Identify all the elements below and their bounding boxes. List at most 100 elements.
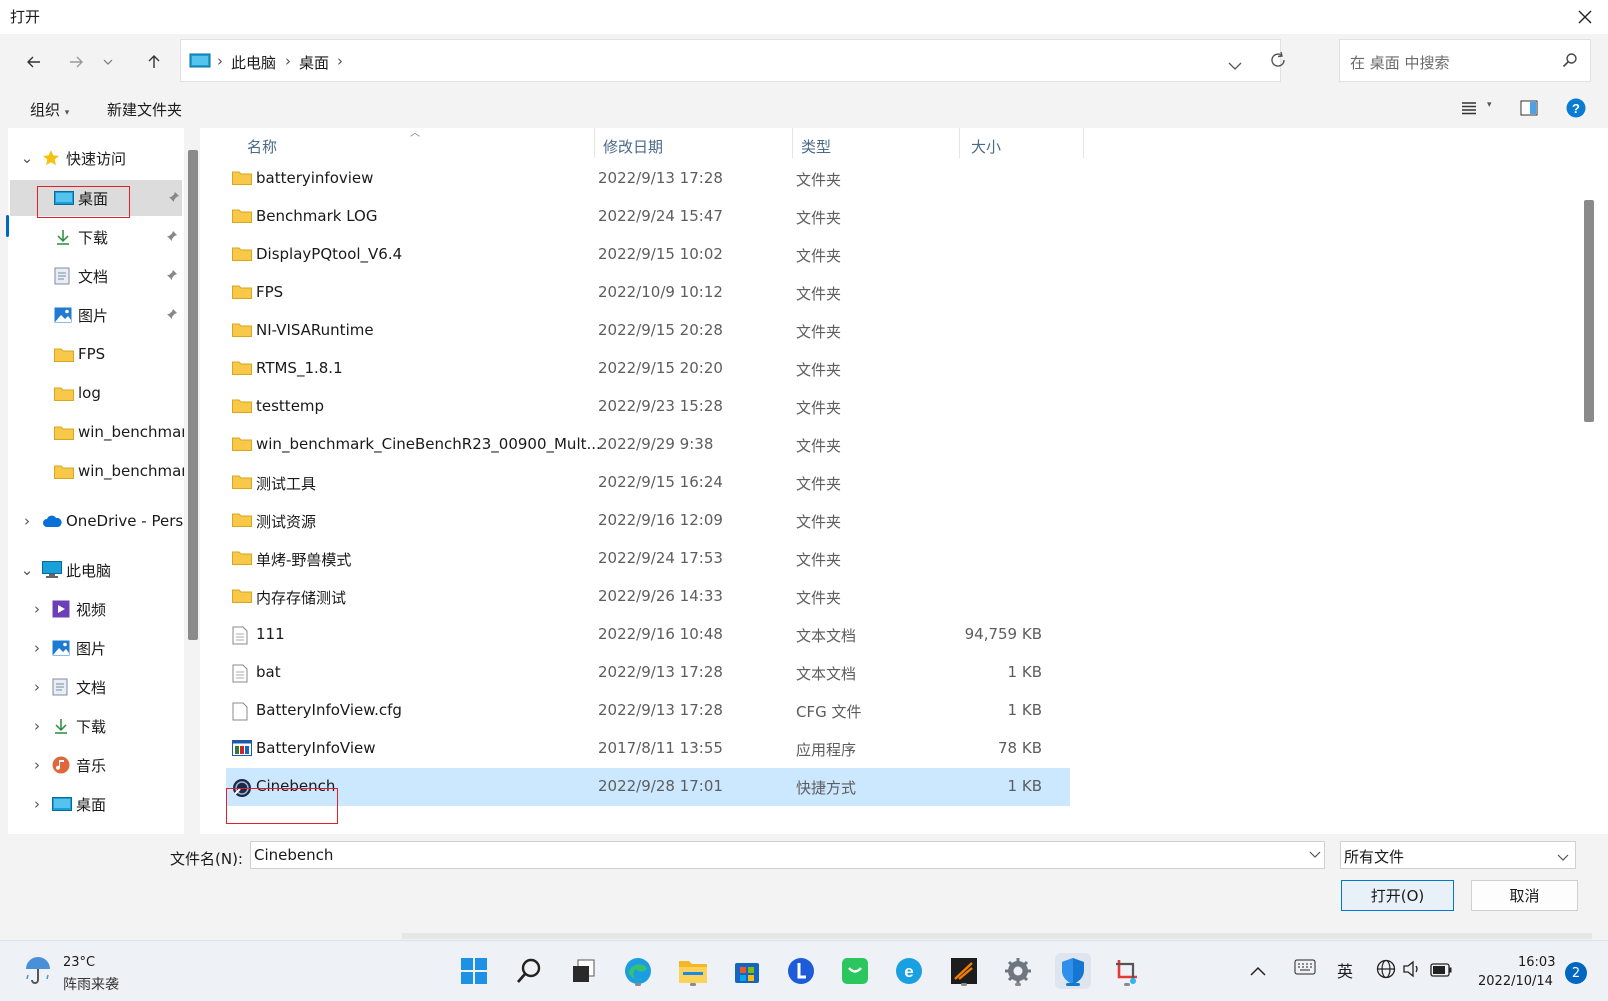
sidebar-item-videos[interactable]: › 视频 xyxy=(30,591,106,627)
notification-badge[interactable]: 2 xyxy=(1565,962,1587,984)
sidebar-item-win-benchmark-2[interactable]: win_benchmar xyxy=(54,453,184,489)
clock-time[interactable]: 16:03 xyxy=(1518,955,1555,970)
snipping-tool-icon[interactable] xyxy=(1109,953,1145,989)
file-row[interactable]: DisplayPQtool_V6.4 2022/9/15 10:02 文件夹 xyxy=(226,236,1070,274)
close-icon[interactable] xyxy=(1566,2,1604,32)
lenovo-app-icon[interactable] xyxy=(783,953,819,989)
collapse-chevron-icon[interactable]: ⌄ xyxy=(20,561,34,579)
search-icon[interactable] xyxy=(1562,52,1578,72)
column-divider[interactable] xyxy=(959,128,960,158)
column-name[interactable]: 名称 xyxy=(247,136,277,157)
edge-browser-icon[interactable] xyxy=(620,953,656,989)
breadcrumb-desktop[interactable]: 桌面 xyxy=(299,52,329,73)
sidebar-item-pc-desktop[interactable]: › 桌面 xyxy=(30,786,106,822)
battery-icon[interactable] xyxy=(1430,962,1452,981)
file-row[interactable]: RTMS_1.8.1 2022/9/15 20:20 文件夹 xyxy=(226,350,1070,388)
sidebar-item-fps[interactable]: FPS xyxy=(54,336,105,372)
new-folder-button[interactable]: 新建文件夹 xyxy=(107,99,182,120)
column-divider[interactable] xyxy=(792,128,793,158)
sidebar-item-downloads[interactable]: 下载 xyxy=(54,219,182,255)
recent-chevron-down-icon[interactable] xyxy=(98,44,118,80)
address-history-chevron-down-icon[interactable] xyxy=(1228,56,1242,75)
preview-pane-icon[interactable] xyxy=(1520,100,1538,120)
sidebar-item-documents[interactable]: 文档 xyxy=(54,258,182,294)
open-button[interactable]: 打开(O) xyxy=(1341,880,1454,911)
file-row[interactable]: bat 2022/9/13 17:28 文本文档 1 KB xyxy=(226,654,1070,692)
column-type[interactable]: 类型 xyxy=(801,136,831,157)
horizontal-scrollbar[interactable] xyxy=(402,933,1592,939)
expand-chevron-icon[interactable]: › xyxy=(30,756,44,774)
pin-icon[interactable] xyxy=(166,228,178,246)
file-row[interactable]: Benchmark LOG 2022/9/24 15:47 文件夹 xyxy=(226,198,1070,236)
sidebar-item-onedrive[interactable]: › OneDrive - Pers xyxy=(20,503,183,539)
refresh-icon[interactable] xyxy=(1269,51,1287,73)
weather-temperature[interactable]: 23°C xyxy=(63,955,95,970)
sidebar-item-pc-pictures[interactable]: › 图片 xyxy=(30,630,106,666)
column-size[interactable]: 大小 xyxy=(971,136,1001,157)
expand-chevron-icon[interactable]: › xyxy=(30,678,44,696)
expand-chevron-icon[interactable]: › xyxy=(30,600,44,618)
start-windows-icon[interactable] xyxy=(456,953,492,989)
column-date[interactable]: 修改日期 xyxy=(603,136,663,157)
view-dropdown-chevron-icon[interactable]: ▾ xyxy=(1487,100,1492,110)
network-globe-icon[interactable] xyxy=(1376,959,1396,983)
pin-icon[interactable] xyxy=(166,306,178,324)
column-divider[interactable] xyxy=(1083,128,1084,158)
sidebar-scrollbar[interactable] xyxy=(188,150,198,640)
breadcrumb-this-pc[interactable]: 此电脑 xyxy=(231,52,276,73)
breadcrumb-chevron-icon[interactable]: › xyxy=(337,52,343,70)
file-row[interactable]: Cinebench 2022/9/28 17:01 快捷方式 1 KB xyxy=(226,768,1070,806)
volume-icon[interactable] xyxy=(1402,960,1422,982)
file-row[interactable]: win_benchmark_CineBenchR23_00900_Mult...… xyxy=(226,426,1070,464)
show-hidden-icons-chevron-icon[interactable] xyxy=(1250,961,1266,980)
pin-icon[interactable] xyxy=(168,189,180,207)
file-row[interactable]: 单烤-野兽模式 2022/9/24 17:53 文件夹 xyxy=(226,540,1070,578)
file-type-select[interactable]: 所有文件 xyxy=(1340,841,1576,869)
sidebar-item-music[interactable]: › 音乐 xyxy=(30,747,106,783)
weather-description[interactable]: 阵雨来袭 xyxy=(63,974,119,994)
file-row[interactable]: 内存存储测试 2022/9/26 14:33 文件夹 xyxy=(226,578,1070,616)
ie-browser-icon[interactable]: e xyxy=(891,953,927,989)
file-row[interactable]: BatteryInfoView.cfg 2022/9/13 17:28 CFG 文件… xyxy=(226,692,1070,730)
cancel-button[interactable]: 取消 xyxy=(1471,880,1578,911)
quick-access[interactable]: ⌄ 快速访问 xyxy=(20,140,126,176)
up-arrow-icon[interactable] xyxy=(136,44,172,80)
weather-rain-icon[interactable] xyxy=(22,955,54,989)
benchmark-app-icon[interactable] xyxy=(946,953,982,989)
sidebar-item-this-pc[interactable]: ⌄ 此电脑 xyxy=(20,552,111,588)
file-row[interactable]: 测试工具 2022/9/15 16:24 文件夹 xyxy=(226,464,1070,502)
collapse-chevron-icon[interactable]: ⌄ xyxy=(20,149,34,167)
sidebar-item-win-benchmark-1[interactable]: win_benchmar xyxy=(54,414,184,450)
expand-chevron-icon[interactable]: › xyxy=(30,717,44,735)
task-view-icon[interactable] xyxy=(566,953,602,989)
column-divider[interactable] xyxy=(594,128,595,158)
file-row[interactable]: FPS 2022/10/9 10:12 文件夹 xyxy=(226,274,1070,312)
file-explorer-icon[interactable] xyxy=(675,953,711,989)
file-list-scrollbar[interactable] xyxy=(1584,200,1594,422)
address-bar[interactable]: › 此电脑 › 桌面 › xyxy=(180,39,1285,82)
ime-language-indicator[interactable]: 英 xyxy=(1337,958,1353,982)
security-shield-icon[interactable] xyxy=(1055,953,1091,989)
chat-app-icon[interactable] xyxy=(837,953,873,989)
file-row[interactable]: testtemp 2022/9/23 15:28 文件夹 xyxy=(226,388,1070,426)
clock-date[interactable]: 2022/10/14 xyxy=(1478,974,1553,989)
expand-chevron-icon[interactable]: › xyxy=(30,639,44,657)
file-row[interactable]: 111 2022/9/16 10:48 文本文档 94,759 KB xyxy=(226,616,1070,654)
sidebar-item-pc-downloads[interactable]: › 下载 xyxy=(30,708,106,744)
file-row[interactable]: batteryinfoview 2022/9/13 17:28 文件夹 xyxy=(226,160,1070,198)
microsoft-store-icon[interactable] xyxy=(729,953,765,989)
expand-chevron-icon[interactable]: › xyxy=(30,795,44,813)
search-input[interactable]: 在 桌面 中搜索 xyxy=(1339,39,1591,82)
organize-button[interactable]: 组织 ▾ xyxy=(30,99,69,120)
sidebar-item-pc-documents[interactable]: › 文档 xyxy=(30,669,106,705)
pin-icon[interactable] xyxy=(166,267,178,285)
file-row[interactable]: BatteryInfoView 2017/8/11 13:55 应用程序 78 KB xyxy=(226,730,1070,768)
file-row[interactable]: NI-VISARuntime 2022/9/15 20:28 文件夹 xyxy=(226,312,1070,350)
search-icon[interactable] xyxy=(511,953,547,989)
expand-chevron-icon[interactable]: › xyxy=(20,512,34,530)
help-icon[interactable]: ? xyxy=(1566,98,1586,122)
filename-history-chevron-down-icon[interactable] xyxy=(1305,842,1325,868)
forward-arrow-icon[interactable] xyxy=(58,44,94,80)
sidebar-item-log[interactable]: log xyxy=(54,375,101,411)
sidebar-item-pictures[interactable]: 图片 xyxy=(54,297,182,333)
